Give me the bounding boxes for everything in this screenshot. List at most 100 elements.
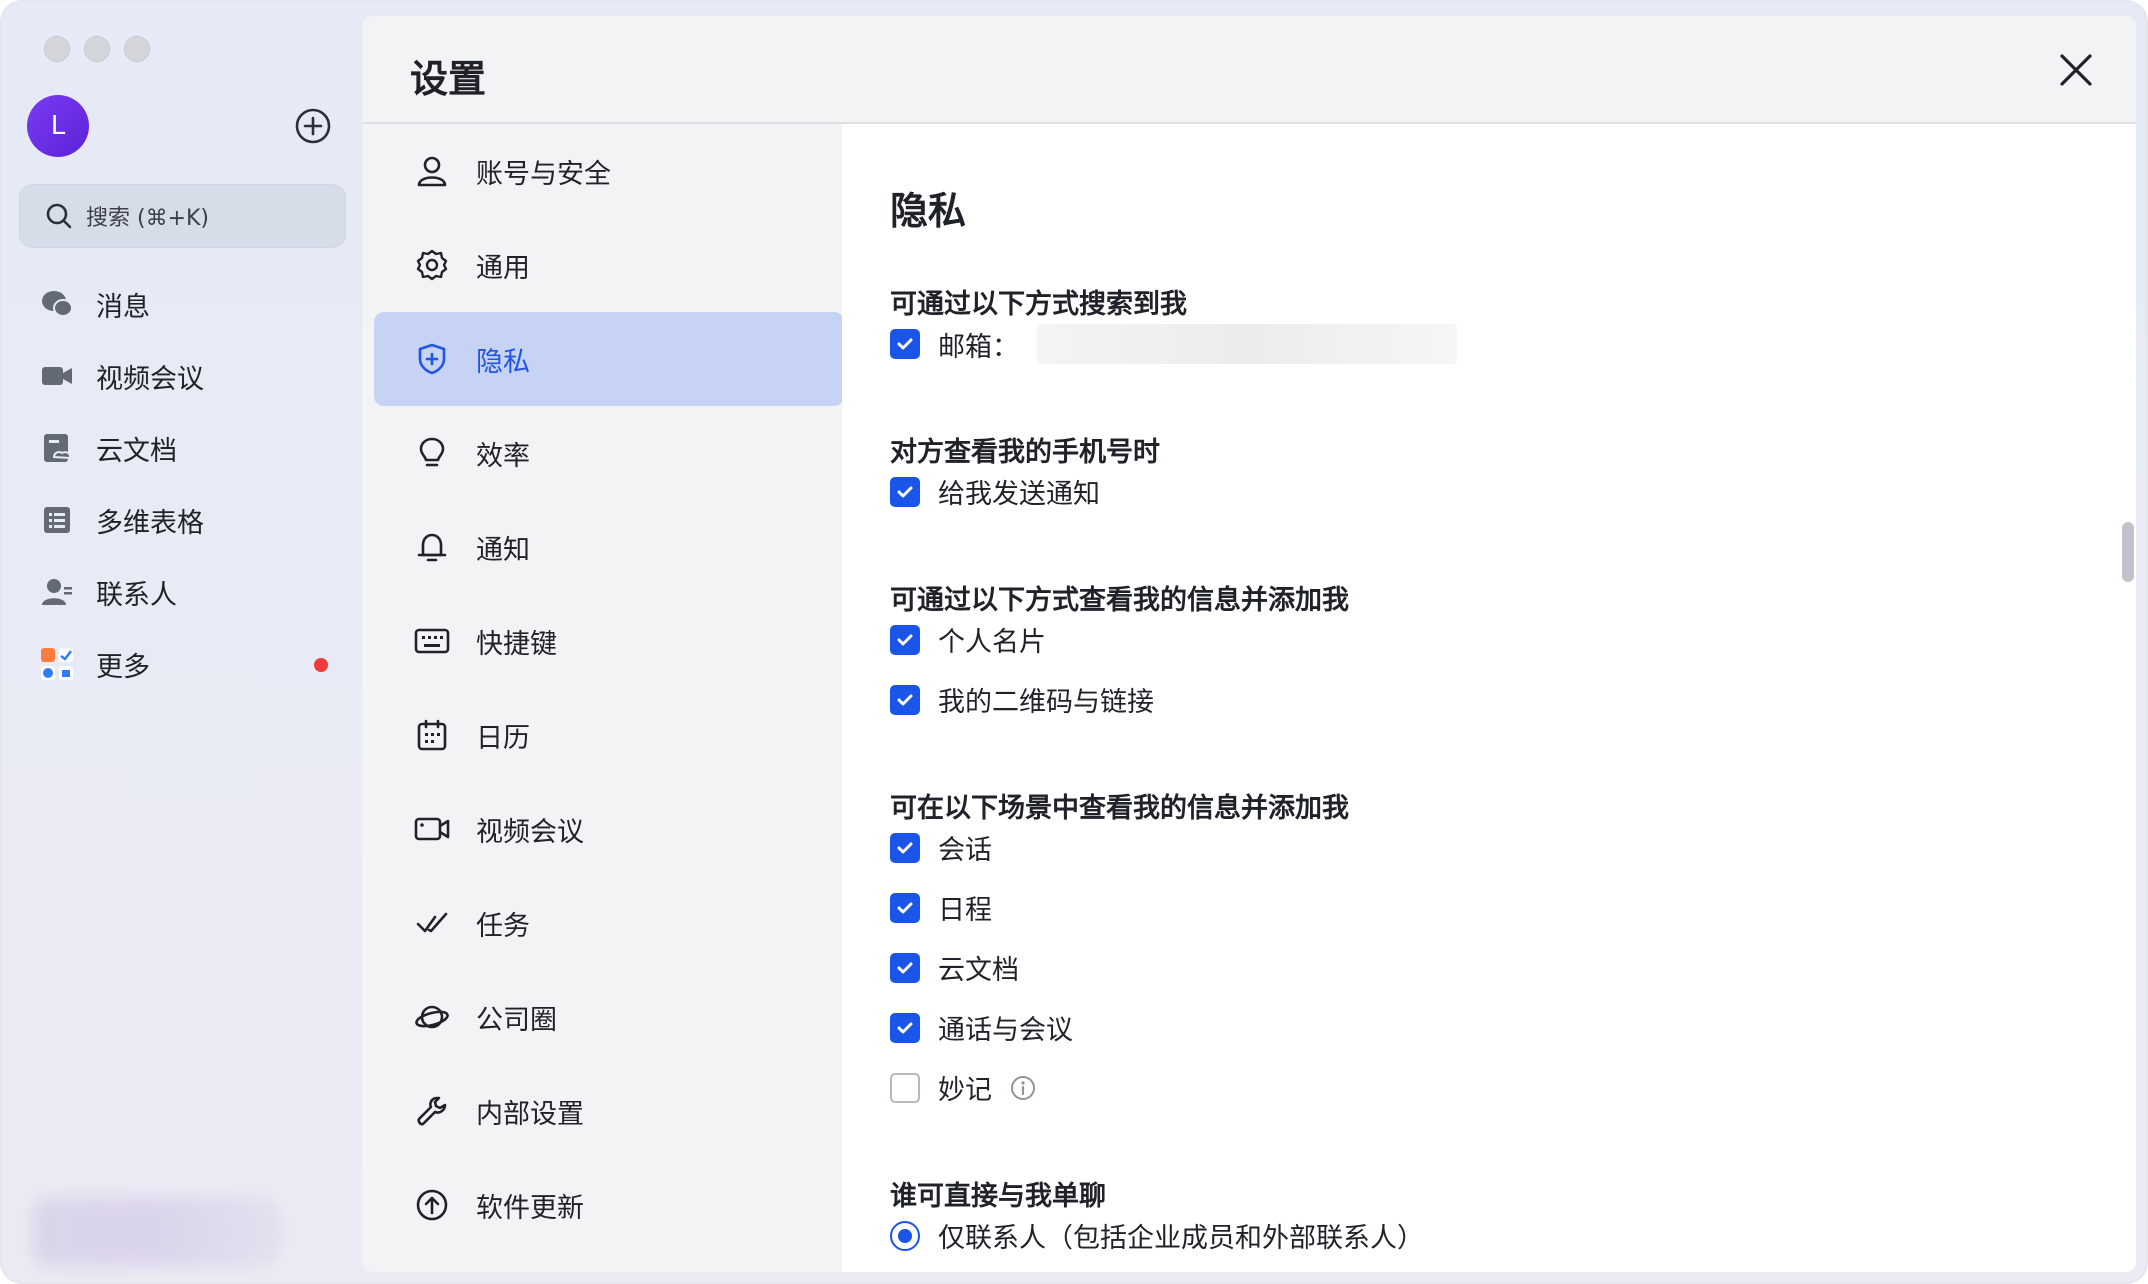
- keyboard-icon: [412, 621, 452, 661]
- gear-icon: [412, 245, 452, 285]
- nav-label: 更多: [96, 651, 150, 683]
- checkbox-checked[interactable]: [890, 684, 920, 715]
- avatar[interactable]: L: [27, 95, 89, 157]
- menu-item-notifications[interactable]: 通知: [374, 500, 844, 594]
- option-label: 日程: [938, 895, 992, 926]
- video-camera-icon: [412, 809, 452, 849]
- wrench-icon: [412, 1091, 452, 1131]
- nav-item-cloud-docs[interactable]: 云文档: [38, 412, 338, 484]
- menu-item-label: 日历: [476, 722, 530, 754]
- checkbox-checked[interactable]: [890, 952, 920, 983]
- notify-option[interactable]: 给我发送通知: [890, 472, 1100, 511]
- option-cloud-docs[interactable]: 云文档: [890, 948, 1019, 987]
- contacts-icon: [38, 573, 76, 611]
- menu-item-general[interactable]: 通用: [374, 218, 844, 312]
- checkbox-checked[interactable]: [890, 476, 920, 507]
- close-window-button[interactable]: [44, 36, 70, 62]
- menu-item-label: 视频会议: [476, 816, 584, 848]
- menu-item-label: 任务: [476, 910, 530, 942]
- section-title-add-by-method: 可通过以下方式查看我的信息并添加我: [890, 585, 1349, 616]
- privacy-content: 隐私 可通过以下方式搜索到我 邮箱： 对方查看我的手机号时 给我发送通知 可通过…: [842, 124, 2136, 1272]
- menu-item-shortcuts[interactable]: 快捷键: [374, 594, 844, 688]
- menu-item-moments[interactable]: 公司圈: [374, 970, 844, 1064]
- option-minutes[interactable]: 妙记: [890, 1068, 1036, 1107]
- nav-label: 消息: [96, 291, 150, 323]
- cloud-doc-icon: [38, 429, 76, 467]
- shield-icon: [412, 339, 452, 379]
- info-icon[interactable]: [1010, 1075, 1036, 1101]
- option-qrcode-link[interactable]: 我的二维码与链接: [890, 680, 1154, 719]
- menu-item-video-meeting[interactable]: 视频会议: [374, 782, 844, 876]
- checkbox-unchecked[interactable]: [890, 1072, 920, 1103]
- option-contacts-only[interactable]: 仅联系人（包括企业成员和外部联系人）: [890, 1216, 1424, 1255]
- video-camera-icon: [38, 357, 76, 395]
- option-label: 仅联系人（包括企业成员和外部联系人）: [938, 1223, 1424, 1254]
- blurred-profile-area: [32, 1197, 282, 1267]
- nav-label: 云文档: [96, 435, 177, 467]
- planet-icon: [412, 997, 452, 1037]
- minimize-window-button[interactable]: [84, 36, 110, 62]
- settings-title: 设置: [410, 57, 487, 101]
- menu-item-tasks[interactable]: 任务: [374, 876, 844, 970]
- menu-item-calendar[interactable]: 日历: [374, 688, 844, 782]
- nav-label: 视频会议: [96, 363, 204, 395]
- email-search-option[interactable]: 邮箱：: [890, 324, 1457, 364]
- menu-item-label: 公司圈: [476, 1004, 557, 1036]
- settings-dialog: 设置 账号与安全 通用 隐私 效率 通知 快捷键 日历 视频会议 任务 公司圈 …: [362, 16, 2136, 1272]
- nav-label: 联系人: [96, 579, 177, 611]
- menu-item-efficiency[interactable]: 效率: [374, 406, 844, 500]
- table-grid-icon: [38, 501, 76, 539]
- option-calls-meetings[interactable]: 通话与会议: [890, 1008, 1073, 1047]
- scrollbar-thumb[interactable]: [2122, 522, 2134, 582]
- user-icon: [412, 151, 452, 191]
- bell-icon: [412, 527, 452, 567]
- avatar-letter: L: [50, 111, 66, 141]
- checkbox-checked[interactable]: [890, 329, 920, 359]
- menu-item-label: 内部设置: [476, 1098, 584, 1130]
- window-controls: [44, 36, 150, 62]
- option-business-card[interactable]: 个人名片: [890, 620, 1046, 659]
- search-icon: [46, 203, 72, 229]
- menu-item-label: 效率: [476, 440, 530, 472]
- nav-item-contacts[interactable]: 联系人: [38, 556, 338, 628]
- option-label: 个人名片: [938, 627, 1046, 658]
- option-label: 通话与会议: [938, 1015, 1073, 1046]
- option-schedule[interactable]: 日程: [890, 888, 992, 927]
- menu-item-label: 快捷键: [476, 628, 557, 660]
- menu-item-account-security[interactable]: 账号与安全: [374, 124, 844, 218]
- menu-item-label: 隐私: [476, 346, 530, 378]
- nav-item-more[interactable]: 更多: [38, 628, 338, 700]
- radio-selected[interactable]: [890, 1220, 920, 1251]
- checkbox-checked[interactable]: [890, 1012, 920, 1043]
- menu-item-privacy[interactable]: 隐私: [374, 312, 844, 406]
- chat-bubble-icon: [38, 285, 76, 323]
- option-label: 给我发送通知: [938, 479, 1100, 510]
- close-icon[interactable]: [2052, 46, 2100, 94]
- calendar-icon: [412, 715, 452, 755]
- section-title-add-by-scene: 可在以下场景中查看我的信息并添加我: [890, 793, 1349, 824]
- checkbox-checked[interactable]: [890, 832, 920, 863]
- app-window: L 搜索 (⌘+K) 消息 视频会议 云文档 多维表格 联系人 更多 设置 账号…: [0, 0, 2148, 1284]
- checkbox-checked[interactable]: [890, 624, 920, 655]
- lightbulb-icon: [412, 433, 452, 473]
- upload-arrow-icon: [412, 1185, 452, 1225]
- nav-item-messages[interactable]: 消息: [38, 268, 338, 340]
- menu-item-label: 软件更新: [476, 1192, 584, 1224]
- masked-email-value: [1037, 324, 1457, 364]
- settings-menu: 账号与安全 通用 隐私 效率 通知 快捷键 日历 视频会议 任务 公司圈 内部设…: [374, 124, 844, 1252]
- maximize-window-button[interactable]: [124, 36, 150, 62]
- nav-item-bitable[interactable]: 多维表格: [38, 484, 338, 556]
- plus-circle-icon[interactable]: [294, 107, 332, 145]
- option-chat[interactable]: 会话: [890, 828, 992, 867]
- nav-item-video-meeting[interactable]: 视频会议: [38, 340, 338, 412]
- search-input[interactable]: 搜索 (⌘+K): [19, 184, 346, 248]
- option-label: 邮箱：: [938, 331, 1019, 363]
- page-title: 隐私: [890, 189, 967, 233]
- checkbox-checked[interactable]: [890, 892, 920, 923]
- more-apps-icon: [38, 645, 76, 683]
- app-nav: 消息 视频会议 云文档 多维表格 联系人 更多: [38, 268, 338, 700]
- menu-item-internal-settings[interactable]: 内部设置: [374, 1064, 844, 1158]
- menu-item-software-update[interactable]: 软件更新: [374, 1158, 844, 1252]
- search-placeholder: 搜索 (⌘+K): [86, 206, 210, 231]
- option-label: 云文档: [938, 955, 1019, 986]
